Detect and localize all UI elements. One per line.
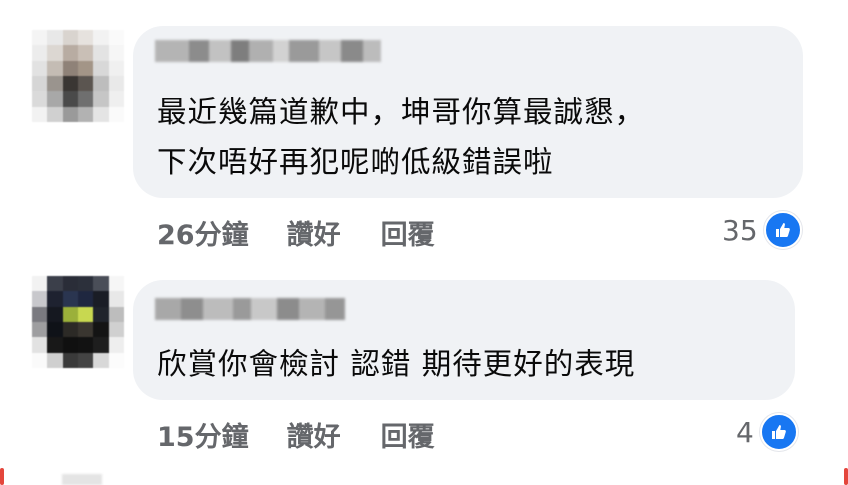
reaction-count: 35 <box>722 213 758 247</box>
commenter-name[interactable] <box>155 298 345 320</box>
reaction-summary[interactable]: 35 <box>722 210 802 250</box>
commenter-name[interactable] <box>155 40 381 62</box>
comment-text-line: 下次唔好再犯呢啲低級錯誤啦 <box>157 145 554 179</box>
comment-text-line: 最近幾篇道歉中，坤哥你算最誠懇， <box>157 95 646 129</box>
reaction-summary[interactable]: 4 <box>736 412 798 452</box>
comment-actions: 15分鐘 讚好 回覆 <box>157 414 435 454</box>
comment-text-line: 欣賞你會檢討 認錯 期待更好的表現 <box>157 347 636 381</box>
comment-bubble: 欣賞你會檢討 認錯 期待更好的表現 <box>133 280 795 400</box>
like-button[interactable]: 讚好 <box>287 213 341 252</box>
like-icon <box>759 413 798 451</box>
edge-marker-right <box>844 468 848 485</box>
like-icon <box>763 211 802 249</box>
timestamp-link[interactable]: 15分鐘 <box>157 415 249 454</box>
like-button[interactable]: 讚好 <box>287 415 341 454</box>
comment-actions: 26分鐘 讚好 回覆 <box>157 212 435 252</box>
edge-marker-left <box>0 468 4 485</box>
avatar[interactable] <box>32 30 124 122</box>
avatar[interactable] <box>32 276 124 368</box>
reply-button[interactable]: 回覆 <box>381 415 435 454</box>
reaction-count: 4 <box>736 415 754 449</box>
comment-bubble: 最近幾篇道歉中，坤哥你算最誠懇， 下次唔好再犯呢啲低級錯誤啦 <box>133 26 803 198</box>
reply-button[interactable]: 回覆 <box>381 213 435 252</box>
timestamp-link[interactable]: 26分鐘 <box>157 213 249 252</box>
next-comment-avatar-partial <box>62 474 102 485</box>
